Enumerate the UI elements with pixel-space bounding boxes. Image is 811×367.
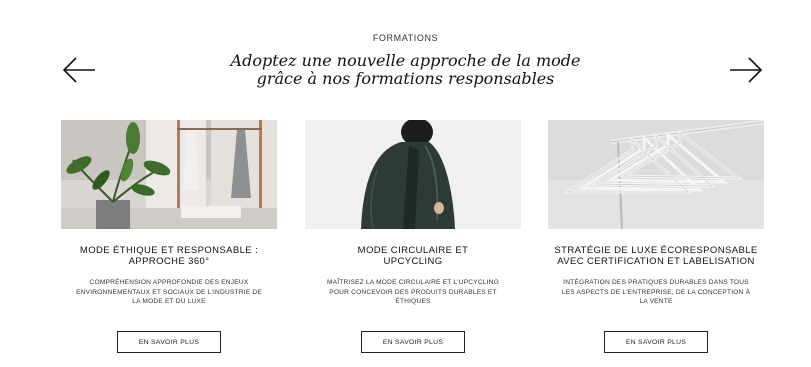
card-image-hangers [548, 120, 764, 229]
card-description: INTÉGRATION DES PRATIQUES DURABLES DANS … [548, 278, 764, 318]
card-title: STRATÉGIE DE LUXE ÉCORESPONSABLE AVEC CE… [548, 245, 764, 269]
card-desc-line-1: INTÉGRATION DES PRATIQUES DURABLES DANS … [563, 279, 749, 286]
card-desc-line-1: MAÎTRISEZ LA MODE CIRCULAIRE ET L'UPCYCL… [326, 279, 500, 286]
training-card-ethical-fashion: MODE ÉTHIQUE ET RESPONSABLE : APPROCHE 3… [61, 120, 277, 353]
card-title-line-1: MODE ÉTHIQUE ET RESPONSABLE : [79, 245, 259, 256]
training-card-luxury-strategy: STRATÉGIE DE LUXE ÉCORESPONSABLE AVEC CE… [548, 120, 764, 353]
section-eyebrow: FORMATIONS [372, 33, 439, 43]
card-desc-line-2: POUR CONCEVOIR DES PRODUITS DURABLES ET [329, 288, 497, 296]
card-image-leather-jacket [305, 120, 521, 229]
training-card-circular-fashion: MODE CIRCULAIRE ET UPCYCLING MAÎTRISEZ L… [305, 120, 521, 353]
card-desc-line-3: ÉTHIQUES [395, 298, 431, 305]
card-desc-line-3: LA MODE ET DU LUXE [132, 298, 206, 305]
learn-more-button[interactable]: EN SAVOIR PLUS [117, 331, 221, 353]
card-desc-line-2: ENVIRONNEMENTAUX ET SOCIAUX DE L'INDUSTR… [76, 288, 262, 296]
card-description: COMPRÉHENSION APPROFONDIE DES ENJEUX ENV… [61, 278, 277, 318]
learn-more-button[interactable]: EN SAVOIR PLUS [361, 331, 465, 353]
card-title-line-1: MODE CIRCULAIRE ET [357, 245, 469, 256]
card-title-line-1: STRATÉGIE DE LUXE ÉCORESPONSABLE [554, 245, 758, 256]
section-headline: Adoptez une nouvelle approche de la mode… [0, 52, 811, 88]
card-desc-line-3: LA VENTE [639, 298, 673, 305]
carousel-next-button[interactable] [729, 56, 763, 84]
card-title-line-2: APPROCHE 360° [128, 256, 210, 267]
card-title: MODE ÉTHIQUE ET RESPONSABLE : APPROCHE 3… [61, 245, 277, 269]
headline-line-2: grâce à nos formations responsables [256, 69, 555, 88]
arrow-right-icon [730, 57, 763, 83]
learn-more-button[interactable]: EN SAVOIR PLUS [604, 331, 708, 353]
headline-line-1: Adoptez une nouvelle approche de la mode [230, 51, 581, 70]
card-title-line-2: AVEC CERTIFICATION ET LABELISATION [557, 256, 755, 267]
card-desc-line-1: COMPRÉHENSION APPROFONDIE DES ENJEUX [89, 279, 249, 286]
card-title-line-2: UPCYCLING [383, 256, 443, 267]
carousel-prev-button[interactable] [62, 56, 96, 84]
card-title: MODE CIRCULAIRE ET UPCYCLING [305, 245, 521, 269]
card-desc-line-2: LES ASPECTS DE L'ENTREPRISE, DE LA CONCE… [561, 288, 751, 296]
card-image-plant-wardrobe [61, 120, 277, 229]
arrow-left-icon [62, 57, 95, 83]
card-description: MAÎTRISEZ LA MODE CIRCULAIRE ET L'UPCYCL… [305, 278, 521, 318]
